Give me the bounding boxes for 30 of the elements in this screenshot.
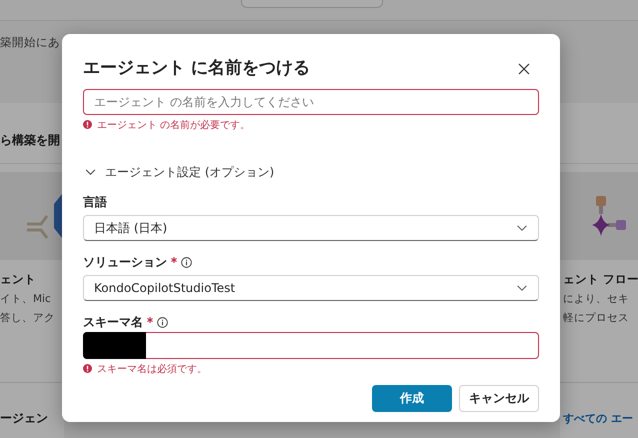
card-description: イト、Mic [0,292,52,306]
section-heading: ージェン [0,411,48,425]
chevron-icon [516,284,528,292]
input-field[interactable]: エージェント の名前を入力してください [83,89,539,115]
dropdown[interactable]: KondoCopilotStudioTest [83,275,539,301]
close-icon[interactable] [517,62,531,76]
field-label: スキーマ名 [83,314,143,330]
info-icon[interactable] [157,316,168,328]
create-button[interactable]: 作成 [372,385,452,412]
dialog-title: エージェント に名前をつける [83,56,310,78]
error-message: エージェント の名前が必要です。 [97,118,250,132]
error-message: スキーマ名は必須です。 [97,362,207,376]
field-label: 言語 [83,194,107,210]
card-description: 軽にプロセス [563,311,630,325]
dropdown[interactable]: 日本語 (日本) [83,215,539,241]
error-icon [83,120,92,129]
section-heading: ら構築を開 [0,133,60,147]
intro-text: 築開始にあ [0,35,60,49]
card-description: 答し、アク [0,311,56,325]
chevron-icon [516,224,528,232]
error-icon [83,364,92,373]
card-description: により、セキ [563,292,630,306]
card-title: ェント [0,272,37,287]
view-all-link[interactable]: すべての エー [563,412,633,425]
settings-toggle[interactable]: エージェント設定 (オプション) [83,164,274,181]
field-label: ソリューション [83,254,167,270]
cancel-button[interactable]: キャンセル [459,385,539,412]
info-icon[interactable] [181,256,192,268]
card-title: ェント フロー [563,272,638,287]
chevron-icon [85,169,96,176]
